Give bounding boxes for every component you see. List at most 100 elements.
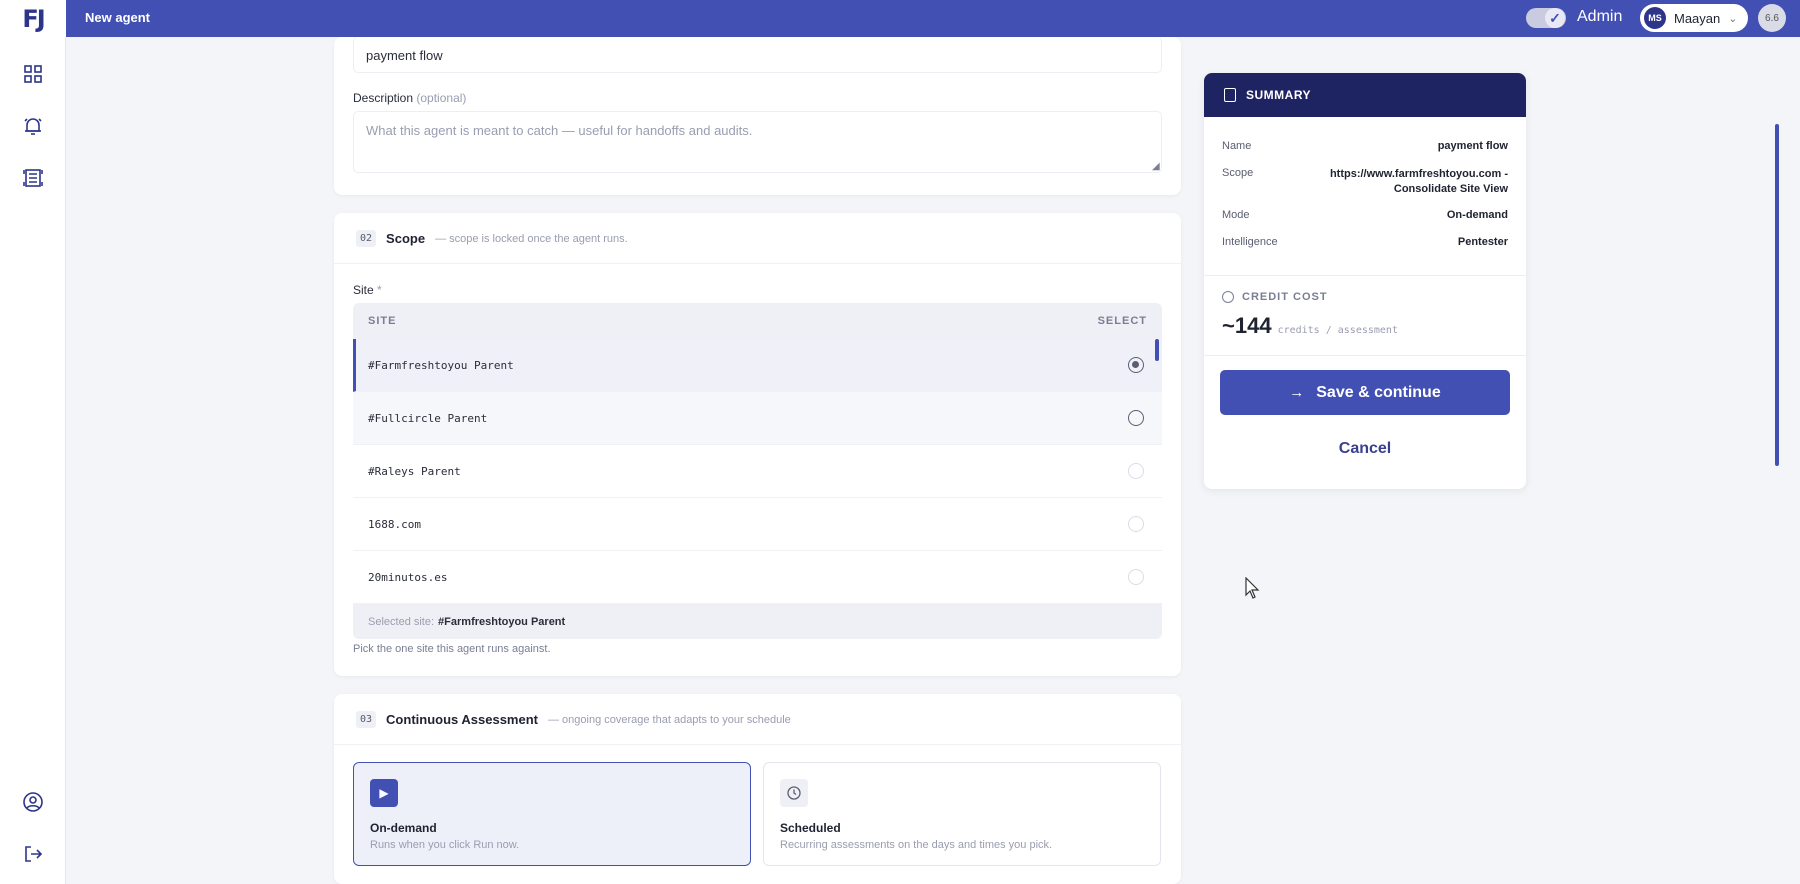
logout-icon[interactable] bbox=[20, 841, 46, 867]
summary-key: Name bbox=[1222, 140, 1252, 152]
section-title: Scope bbox=[386, 231, 426, 246]
selected-site-value: #Farmfreshtoyou Parent bbox=[438, 616, 566, 628]
credit-cost-label: CREDIT COST bbox=[1222, 291, 1328, 303]
site-radio[interactable] bbox=[1128, 569, 1144, 585]
resize-handle-icon[interactable]: ◢ bbox=[1152, 161, 1160, 172]
selected-site-footer: Selected site: #Farmfreshtoyou Parent bbox=[353, 604, 1162, 639]
required-mark: * bbox=[377, 283, 382, 297]
mode-title: On-demand bbox=[370, 821, 437, 835]
chevron-down-icon: ⌄ bbox=[1728, 12, 1738, 25]
site-hint: Pick the one site this agent runs agains… bbox=[353, 643, 551, 655]
page-scrollbar[interactable] bbox=[1775, 124, 1779, 466]
clock-icon bbox=[780, 779, 808, 807]
divider bbox=[334, 744, 1181, 745]
cancel-button[interactable]: Cancel bbox=[1220, 429, 1510, 469]
summary-row: Mode On-demand bbox=[1222, 209, 1508, 221]
user-circle-icon[interactable] bbox=[20, 789, 46, 815]
description-input[interactable]: What this agent is meant to catch — usef… bbox=[353, 111, 1162, 173]
table-row[interactable]: 1688.com bbox=[353, 498, 1162, 551]
credit-unit: credits / assessment bbox=[1277, 325, 1398, 336]
selected-prefix: Selected site: bbox=[368, 616, 435, 628]
site-radio[interactable] bbox=[1128, 463, 1144, 479]
site-name: #Farmfreshtoyou Parent bbox=[368, 358, 514, 372]
mode-on-demand[interactable]: ▶ On-demand Runs when you click Run now. bbox=[353, 762, 751, 866]
user-name: Maayan bbox=[1674, 10, 1721, 26]
credit-label-text: CREDIT COST bbox=[1242, 291, 1328, 303]
play-icon: ▶ bbox=[370, 779, 398, 807]
site-radio[interactable] bbox=[1128, 357, 1144, 373]
site-name: #Raleys Parent bbox=[368, 464, 461, 478]
divider bbox=[1204, 275, 1526, 276]
optional-tag: (optional) bbox=[416, 91, 467, 105]
table-scrollbar[interactable] bbox=[1155, 339, 1159, 361]
site-radio[interactable] bbox=[1128, 410, 1144, 426]
dashboard-grid-icon[interactable] bbox=[20, 61, 46, 87]
credit-number: ~144 bbox=[1222, 313, 1272, 338]
summary-value: On-demand bbox=[1446, 209, 1508, 221]
alarm-bell-icon[interactable] bbox=[20, 113, 46, 139]
section-number: 02 bbox=[356, 230, 377, 247]
corner-avatar[interactable]: 6.6 bbox=[1758, 4, 1786, 32]
description-label: Description (optional) bbox=[353, 91, 466, 105]
summary-key: Mode bbox=[1222, 209, 1250, 221]
site-label-text: Site bbox=[353, 283, 374, 297]
column-select: SELECT bbox=[1097, 315, 1147, 327]
user-menu[interactable]: MS Maayan ⌄ bbox=[1640, 4, 1748, 32]
admin-toggle[interactable]: ✓ bbox=[1526, 8, 1566, 28]
table-header: SITE SELECT bbox=[353, 303, 1162, 339]
summary-value: https://www.farmfreshtoyou.com - Consoli… bbox=[1329, 168, 1508, 195]
summary-title: SUMMARY bbox=[1246, 88, 1312, 102]
section-subtitle: — scope is locked once the agent runs. bbox=[435, 232, 628, 245]
section-title: Continuous Assessment bbox=[386, 712, 538, 727]
summary-value: payment flow bbox=[1437, 140, 1508, 152]
site-label: Site * bbox=[353, 283, 382, 297]
report-list-icon[interactable] bbox=[20, 165, 46, 191]
site-name: 1688.com bbox=[368, 517, 421, 531]
table-row[interactable]: #Farmfreshtoyou Parent bbox=[353, 339, 1162, 392]
summary-row: Intelligence Pentester bbox=[1222, 236, 1508, 248]
table-row[interactable]: #Raleys Parent bbox=[353, 445, 1162, 498]
summary-value: Pentester bbox=[1457, 236, 1508, 248]
section-number: 03 bbox=[356, 711, 377, 728]
site-table: SITE SELECT #Farmfreshtoyou Parent #Full… bbox=[353, 303, 1162, 639]
document-icon bbox=[1224, 88, 1236, 102]
basics-card: payment flow Description (optional) What… bbox=[334, 37, 1181, 195]
site-radio[interactable] bbox=[1128, 516, 1144, 532]
column-site: SITE bbox=[368, 315, 397, 327]
site-name: #Fullcircle Parent bbox=[368, 411, 488, 425]
coin-icon bbox=[1222, 291, 1234, 303]
summary-key: Intelligence bbox=[1222, 236, 1278, 248]
sidebar bbox=[0, 37, 66, 884]
role-label: Admin bbox=[1577, 8, 1623, 25]
mode-title: Scheduled bbox=[780, 821, 841, 835]
summary-key: Scope bbox=[1222, 167, 1254, 179]
logo-text: FJ bbox=[22, 4, 45, 33]
save-continue-button[interactable]: → Save & continue bbox=[1220, 370, 1510, 415]
mode-scheduled[interactable]: Scheduled Recurring assessments on the d… bbox=[763, 762, 1161, 866]
page-title: New agent bbox=[85, 10, 151, 25]
divider bbox=[1204, 355, 1526, 356]
avatar: MS bbox=[1644, 7, 1666, 29]
credit-cost-value: ~144 credits / assessment bbox=[1222, 313, 1398, 339]
save-button-label: Save & continue bbox=[1316, 383, 1441, 401]
table-row[interactable]: #Fullcircle Parent bbox=[353, 392, 1162, 445]
divider bbox=[334, 263, 1181, 264]
app-logo[interactable]: FJ bbox=[0, 0, 66, 37]
agent-name-input[interactable]: payment flow bbox=[353, 37, 1162, 73]
mode-description: Runs when you click Run now. bbox=[370, 839, 520, 851]
summary-header: SUMMARY bbox=[1204, 73, 1526, 117]
check-icon: ✓ bbox=[1545, 8, 1565, 28]
scope-section-header: 02 Scope — scope is locked once the agen… bbox=[356, 230, 628, 247]
summary-row: Scope https://www.farmfreshtoyou.com - C… bbox=[1222, 167, 1508, 197]
description-label-text: Description bbox=[353, 91, 414, 105]
site-name: 20minutos.es bbox=[368, 570, 448, 584]
summary-panel: SUMMARY Name payment flow Scope https://… bbox=[1204, 73, 1526, 489]
section-subtitle: — ongoing coverage that adapts to your s… bbox=[547, 713, 791, 726]
mouse-cursor-icon bbox=[1245, 576, 1261, 606]
table-row[interactable]: 20minutos.es bbox=[353, 551, 1162, 604]
arrow-right-icon: → bbox=[1289, 384, 1305, 401]
summary-row: Name payment flow bbox=[1222, 140, 1508, 152]
mode-description: Recurring assessments on the days and ti… bbox=[780, 839, 1053, 851]
top-bar: FJ New agent ✓ Admin MS Maayan ⌄ 6.6 bbox=[0, 0, 1800, 37]
assessment-section-header: 03 Continuous Assessment — ongoing cover… bbox=[356, 711, 791, 728]
